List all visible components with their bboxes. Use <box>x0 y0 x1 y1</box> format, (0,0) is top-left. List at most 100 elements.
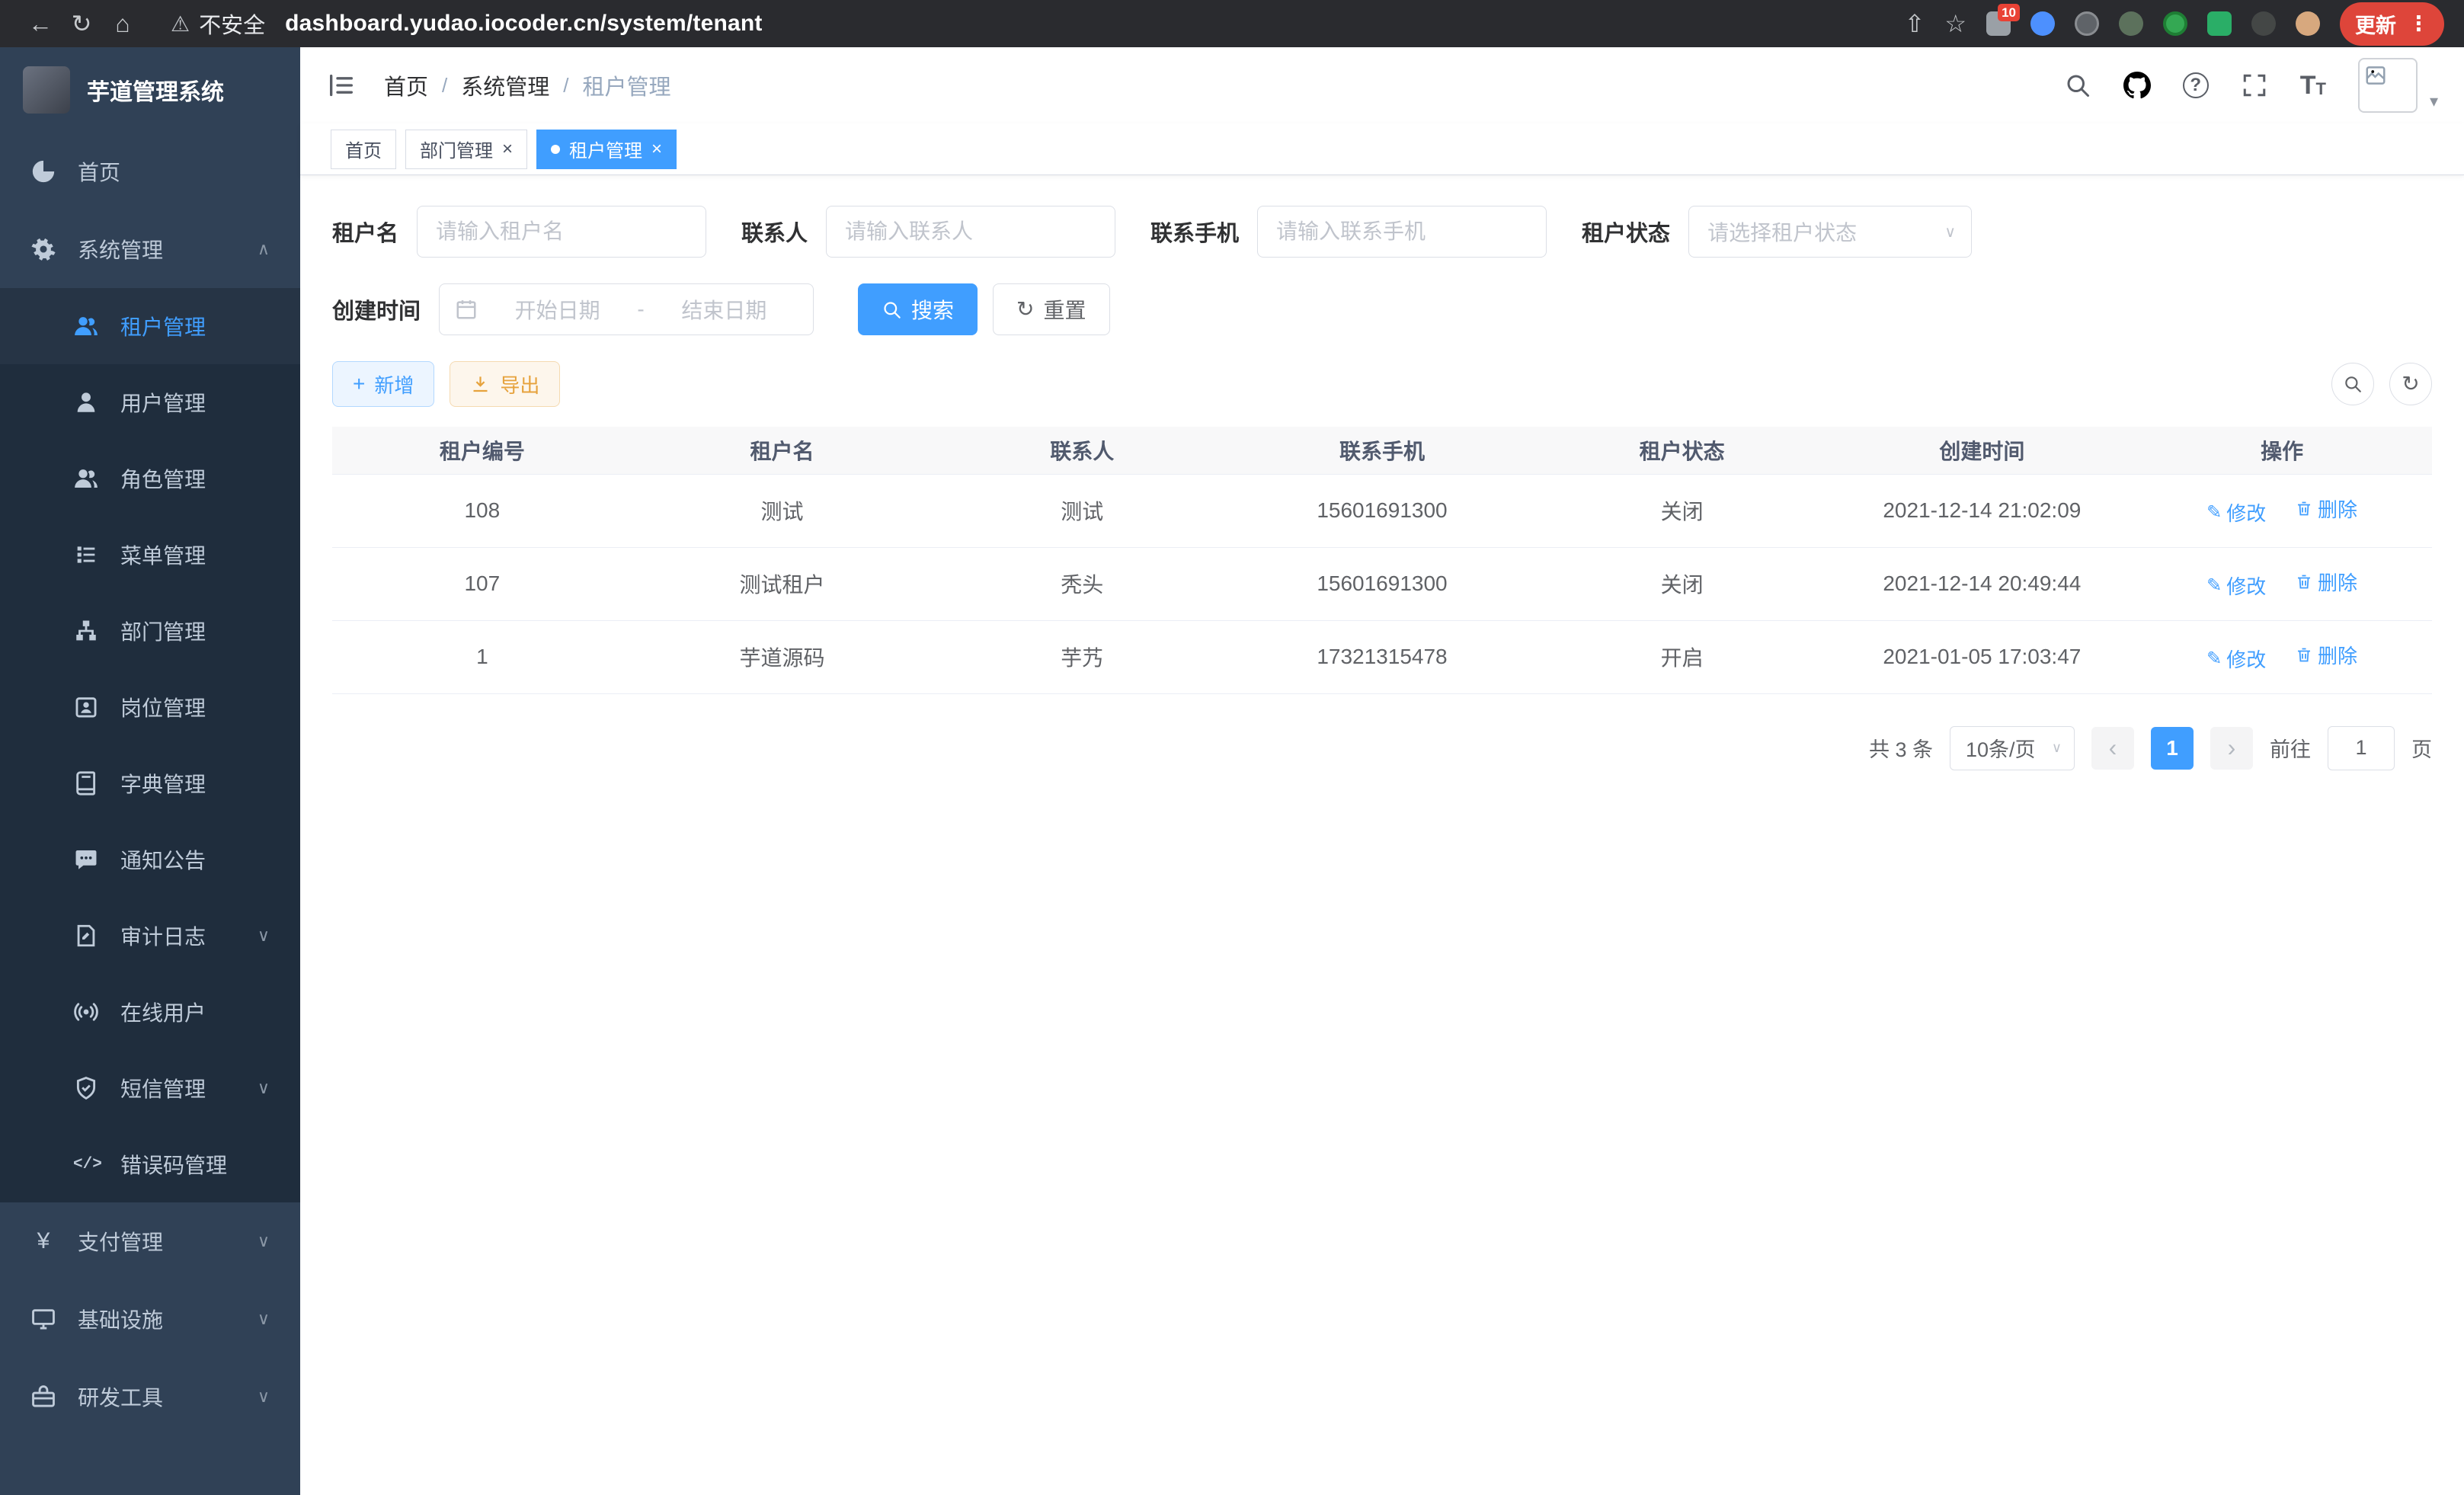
sidebar-item-tenant-management[interactable]: 租户管理 <box>0 288 300 364</box>
search-button[interactable]: 搜索 <box>858 283 978 335</box>
pagination: 共 3 条 10条/页 ∨ ‹ 1 › 前往 页 <box>332 726 2432 770</box>
fullscreen-icon[interactable] <box>2241 72 2268 99</box>
sidebar-item-home[interactable]: 首页 <box>0 133 300 210</box>
refresh-table-button[interactable]: ↻ <box>2389 363 2432 405</box>
sidebar-item-error-code-management[interactable]: </> 错误码管理 <box>0 1126 300 1202</box>
font-size-icon[interactable]: T T <box>2300 72 2326 98</box>
chevron-down-icon: ∨ <box>258 1078 270 1098</box>
share-icon[interactable]: ⇧ <box>1905 9 1925 38</box>
message-icon <box>73 847 99 872</box>
plus-icon: + <box>353 373 365 395</box>
sidebar-item-menu-management[interactable]: 菜单管理 <box>0 517 300 593</box>
github-icon[interactable] <box>2123 72 2151 99</box>
user-avatar[interactable] <box>2358 58 2418 113</box>
edit-link[interactable]: ✎ 修改 <box>2206 571 2266 600</box>
help-icon[interactable]: ? <box>2183 72 2209 98</box>
logo-image <box>23 66 70 114</box>
sidebar-item-dict-management[interactable]: 字典管理 <box>0 745 300 821</box>
contact-input[interactable] <box>826 206 1115 258</box>
status-value: 关闭 <box>1532 474 1832 547</box>
edit-icon: ✎ <box>2206 504 2222 522</box>
breadcrumb-system[interactable]: 系统管理 <box>461 69 549 101</box>
active-dot <box>551 145 560 154</box>
page-number-1[interactable]: 1 <box>2151 727 2194 770</box>
sidebar-item-online-users[interactable]: 在线用户 <box>0 974 300 1050</box>
delete-link[interactable]: 删除 <box>2295 641 2357 669</box>
add-button[interactable]: + 新增 <box>332 361 434 407</box>
sidebar-item-system-management[interactable]: 系统管理 ∧ <box>0 210 300 288</box>
tab-dept-management[interactable]: 部门管理 × <box>405 130 527 169</box>
browser-reload-icon[interactable]: ↻ <box>61 9 102 38</box>
menu-dots-icon[interactable]: ⋮ <box>2408 12 2429 36</box>
tags-view-bar: 首页 部门管理 × 租户管理 × <box>300 123 2464 175</box>
profile-avatar-icon[interactable] <box>2296 11 2320 36</box>
tab-home[interactable]: 首页 <box>331 130 396 169</box>
table-row: 1 芋道源码 芋艿 17321315478 开启 2021-01-05 17:0… <box>332 620 2432 693</box>
sidebar-item-audit-log[interactable]: 审计日志 ∨ <box>0 898 300 974</box>
edit-link[interactable]: ✎ 修改 <box>2206 645 2266 673</box>
sidebar-item-dept-management[interactable]: 部门管理 <box>0 593 300 669</box>
tab-tenant-management[interactable]: 租户管理 × <box>536 130 677 169</box>
delete-link[interactable]: 删除 <box>2295 568 2357 596</box>
warning-icon: ⚠ <box>171 11 190 37</box>
app-logo: 芋道管理系统 <box>0 47 300 133</box>
sidebar-item-sms-management[interactable]: 短信管理 ∨ <box>0 1050 300 1126</box>
sidebar-item-user-management[interactable]: 用户管理 <box>0 364 300 440</box>
sidebar-item-role-management[interactable]: 角色管理 <box>0 440 300 517</box>
sidebar-item-notice[interactable]: 通知公告 <box>0 821 300 898</box>
delete-link[interactable]: 删除 <box>2295 495 2357 523</box>
reset-button[interactable]: ↻ 重置 <box>993 283 1109 335</box>
table-row: 108 测试 测试 15601691300 关闭 2021-12-14 21:0… <box>332 474 2432 547</box>
tenants-icon <box>73 313 99 339</box>
close-icon[interactable]: × <box>502 140 513 158</box>
export-button[interactable]: 导出 <box>450 361 560 407</box>
bookmark-star-icon[interactable]: ☆ <box>1944 9 1966 38</box>
monitor-icon <box>30 1306 56 1332</box>
create-time-range-picker[interactable]: 开始日期 - 结束日期 <box>439 283 814 335</box>
page-size-select[interactable]: 10条/页 ∨ <box>1950 726 2075 770</box>
browser-update-button[interactable]: 更新 ⋮ <box>2340 2 2444 46</box>
code-icon: </> <box>73 1157 99 1173</box>
status-select[interactable]: 请选择租户状态 ∨ <box>1688 206 1972 258</box>
chevron-down-icon: ∨ <box>258 926 270 946</box>
extension-icon[interactable] <box>2207 11 2232 36</box>
end-date-placeholder: 结束日期 <box>651 294 798 325</box>
sidebar-item-dev-tools[interactable]: 研发工具 ∨ <box>0 1358 300 1436</box>
edit-icon: ✎ <box>2206 577 2222 595</box>
user-icon <box>73 389 99 415</box>
extension-icon[interactable] <box>2030 11 2055 36</box>
security-indicator[interactable]: ⚠ 不安全 <box>171 8 265 40</box>
extension-icon[interactable] <box>2163 11 2187 36</box>
next-page-button[interactable]: › <box>2210 727 2253 770</box>
toggle-search-button[interactable] <box>2331 363 2374 405</box>
extension-icon[interactable]: 10 <box>1986 11 2011 36</box>
contact-label: 联系人 <box>741 216 808 248</box>
edit-link[interactable]: ✎ 修改 <box>2206 498 2266 527</box>
sidebar-item-infrastructure[interactable]: 基础设施 ∨ <box>0 1280 300 1358</box>
prev-page-button[interactable]: ‹ <box>2091 727 2134 770</box>
browser-back-icon[interactable]: ← <box>20 10 61 38</box>
sidebar: 芋道管理系统 首页 系统管理 ∧ 租户管理 用户管理 角色管理 菜单管理 <box>0 47 300 1495</box>
chevron-down-icon: ∨ <box>258 1309 270 1329</box>
phone-input[interactable] <box>1257 206 1547 258</box>
tenant-table: 租户编号 租户名 联系人 联系手机 租户状态 创建时间 操作 108 测试 测试 <box>332 427 2432 694</box>
extension-icon[interactable] <box>2119 11 2143 36</box>
table-toolbar: + 新增 导出 ↻ <box>332 361 2432 407</box>
breadcrumb-home[interactable]: 首页 <box>384 69 428 101</box>
extension-icon[interactable] <box>2075 11 2099 36</box>
tenant-name-label: 租户名 <box>332 216 398 248</box>
filter-form-row-2: 创建时间 开始日期 - 结束日期 搜索 ↻ 重置 <box>332 283 2432 335</box>
tenant-name-input[interactable] <box>417 206 706 258</box>
caret-down-icon[interactable]: ▾ <box>2430 91 2438 111</box>
sidebar-item-payment-management[interactable]: ¥ 支付管理 ∨ <box>0 1202 300 1280</box>
goto-page-input[interactable] <box>2328 726 2395 770</box>
search-icon[interactable] <box>2064 72 2091 99</box>
sidebar-item-post-management[interactable]: 岗位管理 <box>0 669 300 745</box>
phone-label: 联系手机 <box>1150 216 1239 248</box>
extension-icon[interactable] <box>2251 11 2276 36</box>
close-icon[interactable]: × <box>651 140 662 158</box>
status-value: 关闭 <box>1532 547 1832 620</box>
collapse-sidebar-icon[interactable] <box>326 70 357 101</box>
browser-home-icon[interactable]: ⌂ <box>102 10 143 38</box>
address-bar-url[interactable]: dashboard.yudao.iocoder.cn/system/tenant <box>285 11 763 37</box>
